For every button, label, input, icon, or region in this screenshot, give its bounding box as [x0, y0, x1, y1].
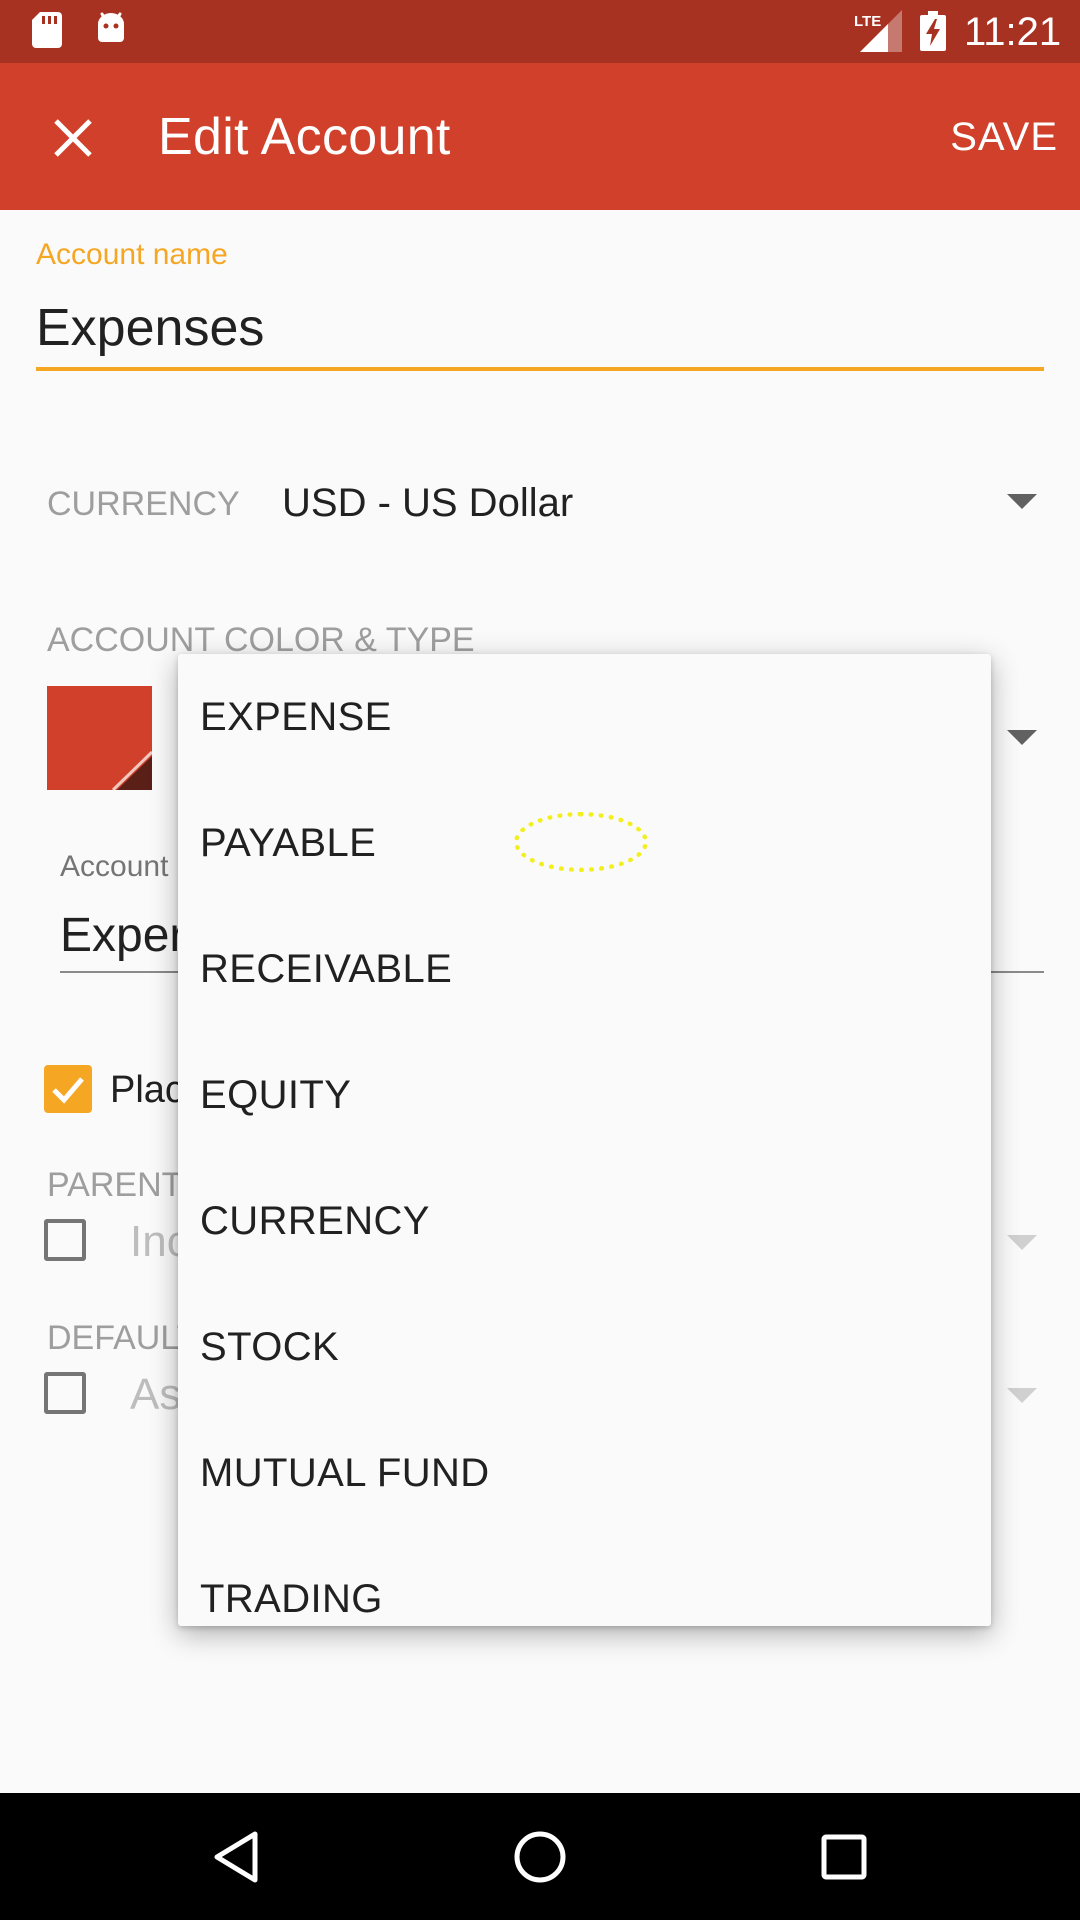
navigation-bar — [0, 1793, 1080, 1920]
color-swatch-button[interactable] — [47, 686, 152, 790]
currency-label: CURRENCY — [47, 485, 240, 523]
placeholder-checkbox[interactable] — [44, 1065, 92, 1113]
dropdown-arrow-icon — [1007, 494, 1037, 509]
account-name-label: Account name — [36, 238, 228, 271]
page-title: Edit Account — [158, 108, 451, 166]
sd-card-icon — [32, 12, 62, 48]
dropdown-arrow-icon — [1007, 730, 1037, 745]
dropdown-arrow-icon — [1007, 1388, 1037, 1403]
status-time: 11:21 — [964, 10, 1062, 54]
default-transfer-label: DEFAULT — [47, 1319, 198, 1357]
close-button[interactable] — [38, 103, 108, 173]
app-bar: Edit Account SAVE — [0, 63, 1080, 210]
home-button[interactable] — [504, 1821, 576, 1893]
dropdown-option-trading[interactable]: TRADING — [178, 1536, 991, 1626]
account-name-input[interactable]: Expenses — [36, 296, 264, 360]
home-icon — [514, 1831, 566, 1883]
save-button[interactable]: SAVE — [950, 109, 1058, 165]
account-type-dropdown: EXPENSE PAYABLE RECEIVABLE EQUITY CURREN… — [178, 654, 991, 1626]
recents-icon — [821, 1834, 867, 1880]
close-icon — [54, 119, 92, 157]
checkbox-checked-icon — [52, 1077, 84, 1104]
status-bar: LTE 11:21 — [0, 0, 1080, 63]
lte-signal-icon: LTE — [854, 10, 902, 52]
battery-charging-icon — [920, 11, 946, 51]
android-icon — [98, 12, 124, 42]
account-name-underline — [36, 367, 1044, 371]
default-transfer-checkbox[interactable] — [44, 1372, 86, 1414]
parent-account-checkbox[interactable] — [44, 1219, 86, 1261]
default-transfer-spinner[interactable]: As — [130, 1369, 181, 1421]
dropdown-option-equity[interactable]: EQUITY — [178, 1032, 991, 1158]
dropdown-arrow-icon — [1007, 1235, 1037, 1250]
dropdown-option-receivable[interactable]: RECEIVABLE — [178, 906, 991, 1032]
lte-label: LTE — [854, 13, 881, 30]
placeholder-label: Plac — [110, 1069, 184, 1111]
dropdown-option-stock[interactable]: STOCK — [178, 1284, 991, 1410]
back-button[interactable] — [200, 1821, 272, 1893]
account-code-input[interactable]: Exper — [60, 906, 185, 966]
recents-button[interactable] — [808, 1821, 880, 1893]
dropdown-option-mutual-fund[interactable]: MUTUAL FUND — [178, 1410, 991, 1536]
currency-spinner[interactable]: USD - US Dollar — [282, 478, 573, 528]
dropdown-option-currency[interactable]: CURRENCY — [178, 1158, 991, 1284]
parent-account-label: PARENT — [47, 1166, 183, 1204]
dropdown-option-expense[interactable]: EXPENSE — [178, 654, 991, 780]
color-swatch-corner-icon — [111, 750, 152, 790]
touch-indicator — [514, 812, 648, 872]
back-icon — [214, 1831, 258, 1883]
account-code-label: Account — [60, 850, 169, 883]
